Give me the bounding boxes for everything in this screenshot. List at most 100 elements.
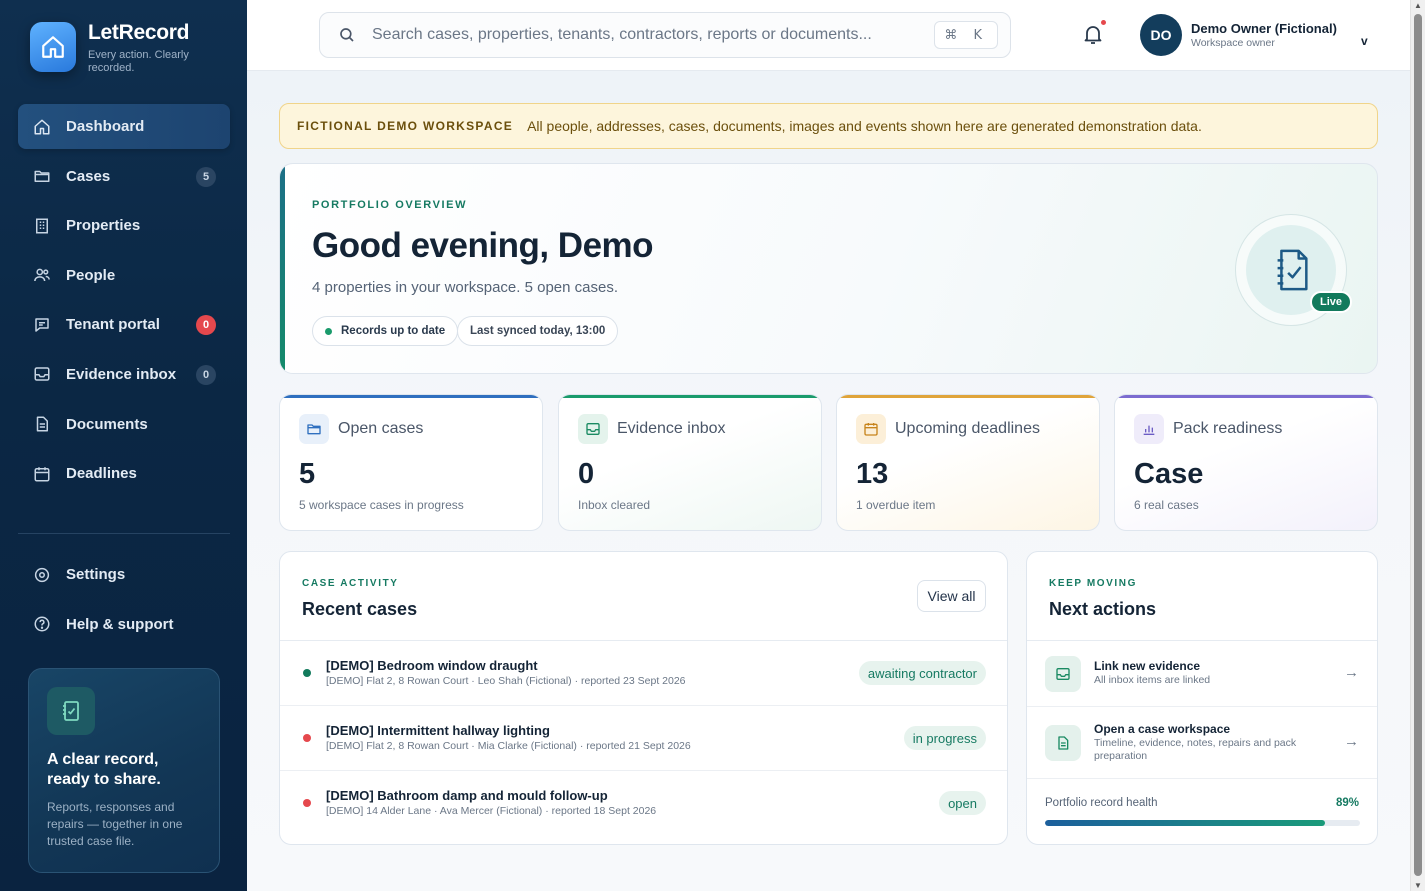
nav-item-dashboard[interactable]: Dashboard — [18, 104, 230, 149]
search-bar[interactable]: ⌘ K — [319, 12, 1011, 58]
hero-eyebrow: PORTFOLIO OVERVIEW — [312, 199, 468, 211]
nav-item-documents[interactable]: Documents — [18, 402, 230, 447]
avatar[interactable]: DO — [1140, 14, 1182, 56]
notebook-check-icon — [47, 687, 95, 735]
stat-sub: 6 real cases — [1134, 498, 1199, 512]
status-dot — [325, 327, 332, 335]
health-progress-fill — [1045, 820, 1326, 826]
nav-label: Evidence inbox — [66, 365, 177, 383]
status-badge: open — [939, 791, 986, 815]
view-all-button[interactable]: View all — [917, 580, 986, 612]
scroll-down-arrow-icon[interactable]: ▼ — [1414, 881, 1422, 890]
table-row[interactable]: [DEMO] Intermittent hallway lighting [DE… — [280, 706, 1007, 771]
gear-icon — [33, 566, 51, 584]
shortcut-hint: ⌘ K — [934, 21, 998, 49]
user-role: Workspace owner — [1191, 37, 1275, 49]
nav-item-cases[interactable]: Cases 5 — [18, 154, 230, 199]
sync-pill-label: Last synced today, 13:00 — [470, 325, 606, 337]
stat-card-pack-readiness[interactable]: Pack readiness Case 6 real cases — [1114, 394, 1378, 531]
scroll-up-arrow-icon[interactable]: ▲ — [1414, 1, 1422, 10]
live-badge: Live — [1310, 291, 1353, 313]
next-actions-panel: KEEP MOVING Next actions Link new eviden… — [1026, 551, 1378, 845]
stat-value: 0 — [578, 458, 595, 490]
nav-label: Documents — [66, 415, 148, 433]
health-value: 89% — [1335, 797, 1359, 809]
count-badge: 0 — [196, 315, 216, 336]
status-badge: awaiting contractor — [858, 661, 986, 685]
stat-card-open-cases[interactable]: Open cases 5 5 workspace cases in progre… — [279, 394, 543, 531]
panel-eyebrow: KEEP MOVING — [1049, 578, 1137, 589]
stat-accent-bar — [1115, 395, 1377, 398]
case-meta: [DEMO] Flat 2, 8 Rowan Court · Leo Shah … — [326, 675, 686, 687]
inbox-icon — [1045, 656, 1081, 692]
search-input[interactable] — [372, 26, 932, 44]
action-title: Link new evidence — [1094, 659, 1201, 673]
sidebar: LetRecord Every action. Clearly recorded… — [0, 0, 247, 891]
stat-value: 5 — [299, 458, 316, 490]
bell-icon[interactable] — [1081, 22, 1105, 46]
stat-accent-bar — [280, 395, 542, 398]
action-sub: All inbox items are linked — [1094, 674, 1211, 686]
case-title: [DEMO] Intermittent hallway lighting — [326, 723, 550, 738]
chevron-down-icon[interactable]: v — [1361, 34, 1368, 48]
action-open-case-workspace[interactable]: Open a case workspace Timeline, evidence… — [1027, 707, 1377, 779]
secondary-nav: Settings Help & support — [18, 552, 230, 651]
status-badge: in progress — [903, 726, 986, 750]
building-icon — [33, 217, 51, 235]
nav-label: Deadlines — [66, 465, 137, 483]
nav-item-people[interactable]: People — [18, 253, 230, 298]
nav-item-deadlines[interactable]: Deadlines — [18, 451, 230, 496]
calendar-icon — [856, 414, 886, 444]
status-dot — [303, 734, 311, 742]
document-icon — [33, 415, 51, 433]
stat-card-upcoming-deadlines[interactable]: Upcoming deadlines 13 1 overdue item — [836, 394, 1100, 531]
hero-subtitle: 4 properties in your workspace. 5 open c… — [312, 279, 618, 296]
nav-item-help[interactable]: Help & support — [18, 602, 230, 647]
action-link-new-evidence[interactable]: Link new evidence All inbox items are li… — [1027, 641, 1377, 707]
home-icon — [30, 22, 76, 72]
nav-item-settings[interactable]: Settings — [18, 552, 230, 597]
stat-card-evidence-inbox[interactable]: Evidence inbox 0 Inbox cleared — [558, 394, 822, 531]
nav-item-properties[interactable]: Properties — [18, 203, 230, 248]
nav-item-tenant-portal[interactable]: Tenant portal 0 — [18, 302, 230, 347]
recent-cases-panel: CASE ACTIVITY Recent cases View all [DEM… — [279, 551, 1008, 845]
banner-text: All people, addresses, cases, documents,… — [527, 118, 1202, 134]
scroll-thumb[interactable] — [1414, 14, 1422, 876]
stat-label: Pack readiness — [1173, 420, 1283, 437]
status-dot — [303, 799, 311, 807]
stat-label: Upcoming deadlines — [895, 420, 1040, 437]
nav-divider — [18, 533, 230, 534]
status-pill-label: Records up to date — [341, 325, 446, 337]
promo-card: A clear record, ready to share. Reports,… — [28, 668, 220, 873]
case-meta: [DEMO] 14 Alder Lane · Ava Mercer (Ficti… — [326, 805, 657, 817]
main-nav: Dashboard Cases 5 Properties People Tena… — [18, 104, 230, 501]
inbox-icon — [578, 414, 608, 444]
stat-accent-bar — [837, 395, 1099, 398]
panel-title: Next actions — [1049, 599, 1157, 619]
stat-sub: 1 overdue item — [856, 498, 936, 512]
status-dot — [303, 669, 311, 677]
sync-pill: Last synced today, 13:00 — [457, 316, 619, 346]
stat-accent-bar — [559, 395, 821, 398]
case-title: [DEMO] Bathroom damp and mould follow-up — [326, 788, 608, 803]
users-icon — [33, 266, 51, 284]
action-sub: Timeline, evidence, notes, repairs and p… — [1094, 737, 1297, 762]
count-badge: 0 — [196, 364, 216, 385]
folder-icon — [33, 167, 51, 185]
case-title: [DEMO] Bedroom window draught — [326, 658, 538, 673]
demo-banner: FICTIONAL DEMO WORKSPACE All people, add… — [279, 103, 1378, 149]
stat-label: Open cases — [338, 420, 424, 437]
portfolio-overview: PORTFOLIO OVERVIEW Good evening, Demo 4 … — [279, 163, 1378, 374]
brand[interactable]: LetRecord Every action. Clearly recorded… — [30, 22, 208, 75]
nav-label: Dashboard — [66, 118, 145, 135]
scrollbar[interactable]: ▲ ▼ — [1410, 0, 1425, 891]
topbar: ⌘ K DO Demo Owner (Fictional) Workspace … — [247, 0, 1410, 71]
document-icon — [1045, 725, 1081, 761]
nav-label: Tenant portal — [66, 316, 160, 334]
nav-item-evidence-inbox[interactable]: Evidence inbox 0 — [18, 352, 230, 397]
user-name[interactable]: Demo Owner (Fictional) — [1191, 21, 1337, 36]
status-pill: Records up to date — [312, 316, 459, 346]
table-row[interactable]: [DEMO] Bedroom window draught [DEMO] Fla… — [280, 641, 1007, 706]
search-icon — [340, 28, 354, 42]
table-row[interactable]: [DEMO] Bathroom damp and mould follow-up… — [280, 771, 1007, 836]
